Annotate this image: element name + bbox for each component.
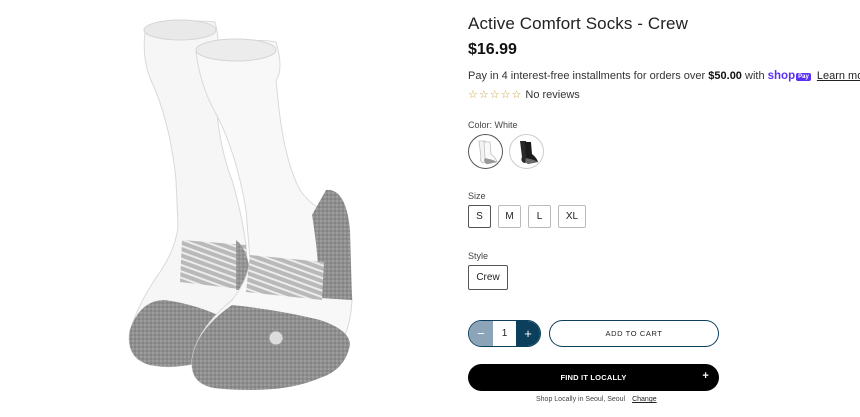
reviews-count: No reviews xyxy=(525,89,580,101)
shop-logo-text: shop xyxy=(767,70,796,82)
change-location-link[interactable]: Change xyxy=(632,396,657,403)
socks-illustration xyxy=(128,19,353,391)
style-label: Style xyxy=(468,251,489,261)
shop-locally-note: Shop Locally in Seoul, Seoul Change xyxy=(536,396,657,403)
installments-with: with xyxy=(745,70,765,82)
installments-text: Pay in 4 interest-free installments for … xyxy=(468,70,706,82)
pay-badge: Pay xyxy=(796,73,811,81)
find-it-locally-button[interactable]: FIND IT LOCALLY + xyxy=(468,364,719,391)
installments-amount: $50.00 xyxy=(708,70,742,82)
size-options: S M L XL xyxy=(468,205,586,228)
size-label: Size xyxy=(468,191,486,201)
white-sock-thumbnail-icon xyxy=(478,140,497,164)
add-to-cart-button[interactable]: ADD TO CART xyxy=(549,320,719,347)
black-sock-thumbnail-icon xyxy=(519,140,538,164)
star-rating: ☆ ☆ ☆ ☆ ☆ xyxy=(468,89,521,101)
style-option-crew[interactable]: Crew xyxy=(468,265,508,290)
product-image xyxy=(0,0,450,417)
quantity-decrease-button[interactable]: − xyxy=(469,321,493,346)
size-option-l[interactable]: L xyxy=(528,205,551,228)
product-title: Active Comfort Socks - Crew xyxy=(468,14,688,33)
color-label: Color: White xyxy=(468,120,518,130)
reviews-summary[interactable]: ☆ ☆ ☆ ☆ ☆ No reviews xyxy=(468,89,580,101)
quantity-value[interactable]: 1 xyxy=(493,321,516,346)
quantity-increase-button[interactable]: + xyxy=(516,321,540,346)
shop-pay-logo: shop Pay xyxy=(768,70,811,82)
star-icon: ☆ xyxy=(468,89,478,101)
star-icon: ☆ xyxy=(511,89,522,101)
installments-note: Pay in 4 interest-free installments for … xyxy=(468,70,860,82)
learn-more-link[interactable]: Learn more xyxy=(817,70,860,82)
product-price: $16.99 xyxy=(468,41,517,58)
plus-icon: + xyxy=(702,370,709,382)
find-it-locally-label: FIND IT LOCALLY xyxy=(560,373,627,382)
shop-locally-text: Shop Locally in Seoul, Seoul xyxy=(536,396,626,403)
quantity-stepper: − 1 + xyxy=(468,320,541,347)
size-option-s[interactable]: S xyxy=(468,205,491,228)
star-icon: ☆ xyxy=(478,89,489,101)
size-option-xl[interactable]: XL xyxy=(558,205,586,228)
swatch-black[interactable] xyxy=(509,134,544,169)
swatch-white[interactable] xyxy=(468,134,503,169)
star-icon: ☆ xyxy=(489,89,500,101)
star-icon: ☆ xyxy=(500,89,511,101)
color-swatches xyxy=(468,134,544,169)
size-option-m[interactable]: M xyxy=(498,205,521,228)
